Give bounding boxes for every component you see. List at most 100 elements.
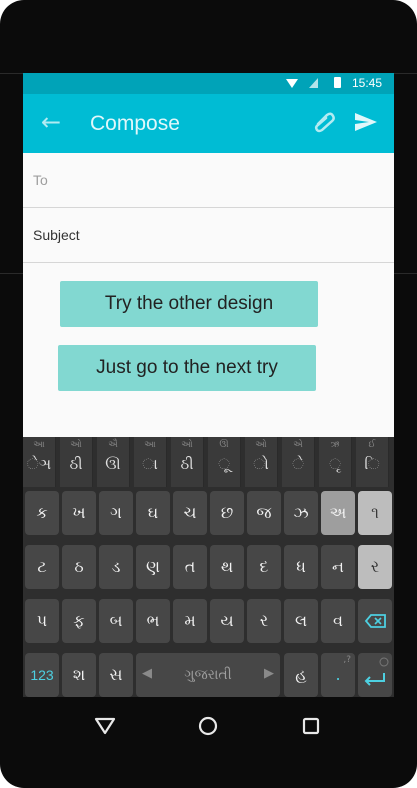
key[interactable]: ત [173, 545, 207, 589]
key[interactable]: ઝ [284, 491, 318, 535]
space-key[interactable]: ◀ ગુજરાતી ▶ [136, 653, 280, 697]
key[interactable]: શ [62, 653, 96, 697]
suggestion-hint: ઋ [330, 440, 340, 450]
app-bar: ← Compose [23, 94, 394, 153]
triangle-back-icon[interactable] [93, 714, 117, 742]
key-label: વ [333, 611, 343, 630]
key[interactable]: જ [247, 491, 281, 535]
key[interactable]: ટ [25, 545, 59, 589]
key[interactable]: છ [210, 491, 244, 535]
to-label: To [33, 172, 48, 188]
key[interactable]: ર [247, 599, 281, 643]
key[interactable]: થ [210, 545, 244, 589]
key-label: ન [332, 557, 344, 576]
keyboard: આેઞ ઓ ઠી ઐઊ આા ઓ ઠી ઊૂ ઓો એે ઋૃ ઈિ ક ખ ગ ઘ… [23, 437, 394, 697]
key[interactable]: મ [173, 599, 207, 643]
key[interactable]: ધ [284, 545, 318, 589]
space-label: ગુજરાતી [184, 667, 232, 683]
key-label: 123 [30, 667, 54, 683]
key-label: ફ [73, 611, 85, 630]
key-label: ડ [111, 557, 121, 576]
key-label: ૧ [371, 503, 379, 522]
suggestion-hint: ઈ [368, 440, 376, 450]
suggestion-hint: ઓ [255, 440, 267, 450]
suggestion-key[interactable]: ઓ ઠી [171, 437, 204, 487]
key[interactable]: હ [284, 653, 318, 697]
square-recents-icon[interactable] [299, 714, 323, 742]
to-field[interactable]: To [23, 153, 394, 208]
key[interactable]: ન [321, 545, 355, 589]
key-label: મ [184, 611, 196, 630]
enter-key[interactable] [358, 653, 392, 697]
subject-label: Subject [33, 227, 80, 243]
key[interactable]: ૧ [358, 491, 392, 535]
suggestion-label: ે [292, 455, 304, 473]
suggestion-hint: ઊ [219, 440, 229, 450]
circle-home-icon[interactable] [196, 714, 220, 742]
next-try-button[interactable]: Just go to the next try [58, 345, 316, 391]
period-key[interactable]: ,? . [321, 653, 355, 697]
suggestion-label: ઠી [69, 455, 83, 473]
key-label: ર [370, 557, 380, 576]
suggestion-key[interactable]: એે [282, 437, 315, 487]
key-label: થ [220, 557, 234, 576]
key-label: ટ [37, 557, 47, 576]
status-time: 15:45 [351, 76, 382, 90]
key-label: લ [294, 611, 308, 630]
try-other-design-button[interactable]: Try the other design [60, 281, 318, 327]
suggestion-label: ૃ [329, 455, 341, 473]
key[interactable]: ક [25, 491, 59, 535]
suggestion-key[interactable]: આા [134, 437, 167, 487]
paperclip-icon[interactable] [310, 108, 338, 136]
backspace-key[interactable] [358, 599, 392, 643]
suggestion-key[interactable]: ઈિ [356, 437, 389, 487]
key-label: ત [184, 557, 196, 576]
numbers-key[interactable]: 123 [25, 653, 59, 697]
suggestion-label: ા [142, 455, 158, 473]
key-label: પ [36, 611, 48, 630]
key[interactable]: ફ [62, 599, 96, 643]
suggestion-label: ઊ [105, 455, 121, 473]
key-label: ખ [72, 503, 86, 522]
suggestion-hint: ઐ [108, 440, 118, 450]
suggestion-key[interactable]: ઓો [245, 437, 278, 487]
key[interactable]: બ [99, 599, 133, 643]
key[interactable]: ભ [136, 599, 170, 643]
suggestion-hint: આ [33, 440, 45, 450]
suggestion-label: િ [364, 455, 380, 473]
key[interactable]: અ [321, 491, 355, 535]
key[interactable]: દ [247, 545, 281, 589]
suggestion-key[interactable]: ઐઊ [97, 437, 130, 487]
key[interactable]: ઠ [62, 545, 96, 589]
arrow-left-icon[interactable]: ← [37, 108, 65, 136]
key[interactable]: સ [99, 653, 133, 697]
key[interactable]: ય [210, 599, 244, 643]
key[interactable]: વ [321, 599, 355, 643]
key[interactable]: ર [358, 545, 392, 589]
subject-field[interactable]: Subject [23, 208, 394, 263]
key[interactable]: લ [284, 599, 318, 643]
key-label: ભ [146, 611, 160, 630]
suggestion-key[interactable]: ઊૂ [208, 437, 241, 487]
frame-line [0, 73, 23, 74]
key[interactable]: પ [25, 599, 59, 643]
key-label: જ [256, 503, 272, 522]
key[interactable]: ગ [99, 491, 133, 535]
suggestion-hint: આ [144, 440, 156, 450]
send-icon[interactable] [352, 108, 380, 136]
suggestion-key[interactable]: આેઞ [23, 437, 56, 487]
battery-icon [334, 77, 341, 88]
key[interactable]: ડ [99, 545, 133, 589]
key[interactable]: ખ [62, 491, 96, 535]
phone-frame: 15:45 ← Compose To Subject Try the other… [0, 0, 417, 788]
suggestion-key[interactable]: ઋૃ [319, 437, 352, 487]
key-label: હ [295, 665, 307, 684]
suggestion-key[interactable]: ઓ ઠી [60, 437, 93, 487]
key[interactable]: ણ [136, 545, 170, 589]
key-label: ક [36, 503, 48, 522]
key-label: દ [259, 557, 269, 576]
key[interactable]: ચ [173, 491, 207, 535]
key-label: ણ [146, 557, 160, 576]
language-right-icon: ▶ [264, 666, 274, 681]
key[interactable]: ઘ [136, 491, 170, 535]
